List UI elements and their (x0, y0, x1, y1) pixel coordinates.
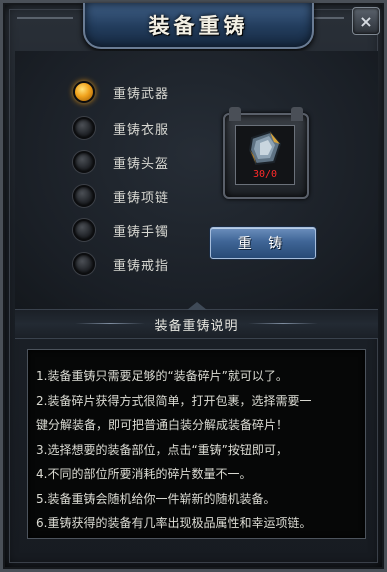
divider-line (75, 323, 145, 324)
option-label: 重铸武器 (113, 86, 170, 102)
divider-line (248, 323, 318, 324)
instructions-box: 1.装备重铸只需要足够的“装备碎片”就可以了。 2.装备碎片获得方式很简单，打开… (27, 349, 366, 539)
instruction-line: 3.选择想要的装备部位，点击“重铸”按钮即可， (36, 442, 288, 457)
title-bar: 装备重铸 (83, 3, 314, 49)
recast-options-area: 重铸武器 重铸衣服 重铸头盔 重铸项链 重铸手镯 重铸戒指 30/0 重 铸 (15, 51, 378, 309)
option-label: 重铸头盔 (113, 156, 170, 172)
option-recast-necklace[interactable]: 重铸项链 (73, 185, 169, 207)
divider-arrow-icon (186, 302, 207, 310)
option-label: 重铸戒指 (113, 258, 170, 274)
frame-ornament-left (17, 17, 73, 41)
option-recast-bracelet[interactable]: 重铸手镯 (73, 219, 169, 241)
instruction-line: 4.不同的部位所要消耗的碎片数量不一。 (36, 467, 252, 481)
instructions-header: 装备重铸说明 (15, 302, 378, 339)
option-recast-weapon[interactable]: 重铸武器 (73, 81, 169, 103)
option-recast-helmet[interactable]: 重铸头盔 (73, 151, 169, 173)
instruction-line: 5.装备重铸会随机给你一件崭新的随机装备。 (36, 491, 276, 506)
fragment-count: 30/0 (252, 169, 278, 180)
option-label: 重铸衣服 (113, 122, 170, 138)
recast-window: 装备重铸 × 重铸武器 重铸衣服 重铸头盔 重铸项链 重铸手镯 重铸戒指 30/… (0, 0, 387, 572)
instructions-heading: 装备重铸说明 (154, 318, 239, 334)
window-title: 装备重铸 (148, 14, 249, 38)
instruction-line: 6.重铸获得的装备有几率出现极品属性和幸运项链。 (36, 516, 312, 530)
option-recast-clothes[interactable]: 重铸衣服 (73, 117, 169, 139)
option-label: 重铸手镯 (113, 224, 170, 240)
radio-button[interactable] (73, 151, 95, 173)
radio-button[interactable] (73, 81, 95, 103)
radio-button[interactable] (73, 185, 95, 207)
instruction-line: 键分解装备，即可把普通白装分解成装备碎片！ (36, 418, 289, 432)
recast-button[interactable]: 重 铸 (210, 227, 316, 259)
radio-button[interactable] (73, 219, 95, 241)
radio-button[interactable] (73, 253, 95, 275)
radio-button[interactable] (73, 117, 95, 139)
item-slot-inner: 30/0 (235, 125, 295, 185)
close-icon: × (359, 11, 373, 31)
instruction-line: 2.装备碎片获得方式很简单，打开包裹，选择需要一 (36, 393, 312, 408)
option-recast-ring[interactable]: 重铸戒指 (73, 253, 169, 275)
equipment-fragment-icon (248, 130, 282, 166)
option-label: 重铸项链 (113, 190, 170, 206)
instruction-line: 1.装备重铸只需要足够的“装备碎片”就可以了。 (36, 369, 288, 383)
close-button[interactable]: × (352, 7, 380, 35)
item-slot: 30/0 (223, 107, 309, 199)
